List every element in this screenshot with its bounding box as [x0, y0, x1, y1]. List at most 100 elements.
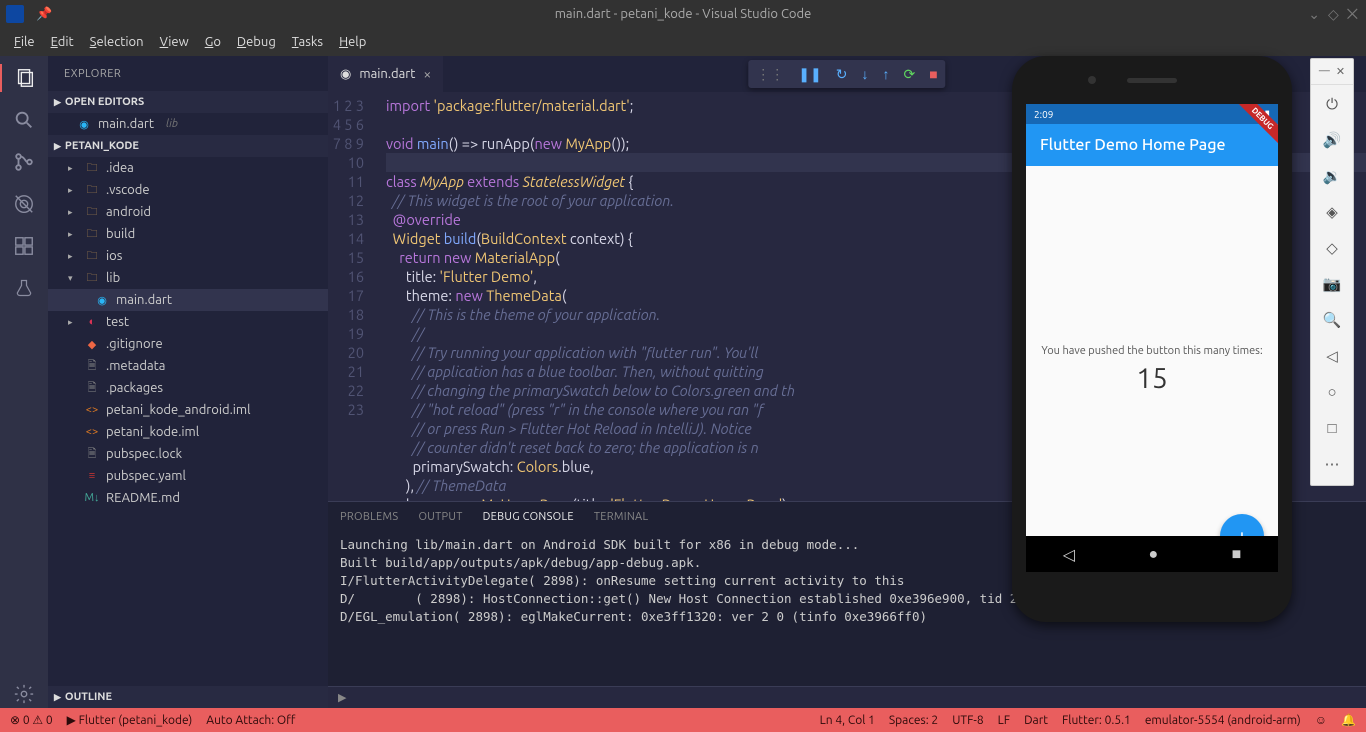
open-editors-section[interactable]: ▶OPEN EDITORS: [48, 91, 328, 113]
emu-more-icon[interactable]: ⋯: [1311, 447, 1353, 481]
explorer-title: EXPLORER: [48, 56, 328, 91]
step-into-icon[interactable]: ↓: [862, 66, 869, 82]
file-icon: 🗎: [84, 446, 100, 462]
menu-go[interactable]: Go: [199, 33, 227, 51]
camera-icon[interactable]: 📷: [1311, 267, 1353, 301]
menu-debug[interactable]: Debug: [231, 33, 282, 51]
tree-item-petani_kode_android.iml[interactable]: <>petani_kode_android.iml: [48, 399, 328, 421]
app-icon: [6, 5, 24, 23]
recents-icon[interactable]: ■: [1232, 545, 1242, 564]
counter-message: You have pushed the button this many tim…: [1041, 345, 1262, 357]
tree-item-pubspec.lock[interactable]: 🗎pubspec.lock: [48, 443, 328, 465]
panel-tab-output[interactable]: OUTPUT: [418, 511, 462, 523]
tab-main-dart[interactable]: ◉ main.dart ×: [328, 56, 443, 92]
pin-icon[interactable]: 📌: [36, 7, 52, 22]
zoom-icon[interactable]: 🔍: [1311, 303, 1353, 337]
close-icon[interactable]: ⨉: [1347, 6, 1358, 23]
tree-item-main.dart[interactable]: ◉main.dart: [48, 289, 328, 311]
workspace-section[interactable]: ▶PETANI_KODE: [48, 135, 328, 157]
explorer-icon[interactable]: [0, 64, 48, 92]
rotate-right-icon[interactable]: ◇: [1311, 231, 1353, 265]
menu-file[interactable]: File: [8, 33, 41, 51]
android-emulator: 2:09 ▾▮ Flutter Demo Home Page DEBUG You…: [1012, 56, 1306, 626]
tree-item-.packages[interactable]: 🗎.packages: [48, 377, 328, 399]
tree-item-petani_kode.iml[interactable]: <>petani_kode.iml: [48, 421, 328, 443]
folder-icon: 🗀: [84, 226, 100, 242]
search-icon[interactable]: [10, 106, 38, 134]
android-navbar: ◁ ● ■: [1026, 536, 1278, 572]
step-out-icon[interactable]: ↑: [883, 66, 890, 82]
emu-overview-icon[interactable]: □: [1311, 411, 1353, 445]
status-bell-icon[interactable]: 🔔: [1341, 713, 1356, 727]
tree-item-README.md[interactable]: M↓README.md: [48, 487, 328, 509]
test-icon[interactable]: [10, 274, 38, 302]
tree-item-test[interactable]: ▸◐test: [48, 311, 328, 333]
menu-edit[interactable]: Edit: [45, 33, 80, 51]
drag-handle-icon[interactable]: ⋮⋮: [756, 66, 784, 83]
minimize-icon[interactable]: ⌄: [1308, 6, 1320, 23]
xml-icon: <>: [84, 424, 100, 440]
restart-icon[interactable]: ⟳: [904, 66, 916, 83]
menu-tasks[interactable]: Tasks: [286, 33, 329, 51]
status-feedback-icon[interactable]: ☺: [1315, 713, 1327, 727]
rotate-left-icon[interactable]: ◈: [1311, 195, 1353, 229]
status-position[interactable]: Ln 4, Col 1: [820, 714, 875, 727]
debug-toolbar[interactable]: ⋮⋮ ❚❚ ↻ ↓ ↑ ⟳ ■: [748, 60, 945, 88]
status-errors[interactable]: ⊗ 0 ⚠ 0: [10, 713, 53, 727]
power-icon[interactable]: ⏻: [1311, 87, 1353, 121]
emu-close-icon[interactable]: ✕: [1336, 65, 1345, 78]
volume-up-icon[interactable]: 🔊: [1311, 123, 1353, 157]
status-device[interactable]: emulator-5554 (android-arm): [1145, 714, 1301, 727]
emulator-toolbar: — ✕ ⏻ 🔊 🔉 ◈ ◇ 📷 🔍 ◁ ○ □ ⋯: [1310, 58, 1354, 486]
menu-selection[interactable]: Selection: [84, 33, 150, 51]
status-lang[interactable]: Dart: [1024, 714, 1048, 727]
volume-down-icon[interactable]: 🔉: [1311, 159, 1353, 193]
activity-bar: [0, 56, 48, 708]
tree-item-lib[interactable]: ▾🗀lib: [48, 267, 328, 289]
extensions-icon[interactable]: [10, 232, 38, 260]
breadcrumb[interactable]: ▶: [328, 686, 1366, 708]
status-auto-attach[interactable]: Auto Attach: Off: [206, 714, 295, 727]
status-encoding[interactable]: UTF-8: [952, 714, 983, 727]
status-bar: ⊗ 0 ⚠ 0 ▶ Flutter (petani_kode) Auto Att…: [0, 708, 1366, 732]
scm-icon[interactable]: [10, 148, 38, 176]
folder-icon: 🗀: [84, 204, 100, 220]
panel-tab-debug-console[interactable]: DEBUG CONSOLE: [483, 511, 574, 523]
open-editor-item[interactable]: ◉ main.dart lib: [48, 113, 328, 135]
counter-value: 15: [1136, 363, 1168, 394]
emu-minimize-icon[interactable]: —: [1319, 65, 1330, 78]
maximize-icon[interactable]: ◇: [1328, 6, 1339, 23]
debug-icon[interactable]: [10, 190, 38, 218]
tree-item-pubspec.yaml[interactable]: ≡pubspec.yaml: [48, 465, 328, 487]
tree-item-.idea[interactable]: ▸🗀.idea: [48, 157, 328, 179]
tree-item-android[interactable]: ▸🗀android: [48, 201, 328, 223]
status-eol[interactable]: LF: [998, 714, 1010, 727]
emu-home-icon[interactable]: ○: [1311, 375, 1353, 409]
tree-item-.metadata[interactable]: 🗎.metadata: [48, 355, 328, 377]
tree-item-build[interactable]: ▸🗀build: [48, 223, 328, 245]
window-titlebar: 📌 main.dart - petani_kode - Visual Studi…: [0, 0, 1366, 28]
menu-view[interactable]: View: [154, 33, 195, 51]
stop-icon[interactable]: ■: [929, 66, 937, 82]
folder-icon: 🗀: [84, 248, 100, 264]
panel-tab-problems[interactable]: PROBLEMS: [340, 511, 398, 523]
menu-help[interactable]: Help: [333, 33, 372, 51]
step-over-icon[interactable]: ↻: [836, 66, 848, 83]
home-icon[interactable]: ●: [1148, 545, 1158, 564]
tree-item-.gitignore[interactable]: ◆.gitignore: [48, 333, 328, 355]
tab-close-icon[interactable]: ×: [423, 66, 431, 82]
status-flutter[interactable]: Flutter: 0.5.1: [1062, 714, 1131, 727]
pause-icon[interactable]: ❚❚: [798, 66, 821, 83]
tree-item-ios[interactable]: ▸🗀ios: [48, 245, 328, 267]
settings-icon[interactable]: [10, 680, 38, 708]
outline-section[interactable]: ▶OUTLINE: [48, 686, 328, 708]
status-spaces[interactable]: Spaces: 2: [889, 714, 938, 727]
status-launch[interactable]: ▶ Flutter (petani_kode): [67, 713, 193, 727]
folder-icon: 🗀: [84, 270, 100, 286]
dart-icon: ◉: [76, 116, 92, 132]
file-icon: 🗎: [84, 358, 100, 374]
back-icon[interactable]: ◁: [1063, 545, 1075, 564]
tree-item-.vscode[interactable]: ▸🗀.vscode: [48, 179, 328, 201]
panel-tab-terminal[interactable]: TERMINAL: [594, 511, 649, 523]
emu-back-icon[interactable]: ◁: [1311, 339, 1353, 373]
